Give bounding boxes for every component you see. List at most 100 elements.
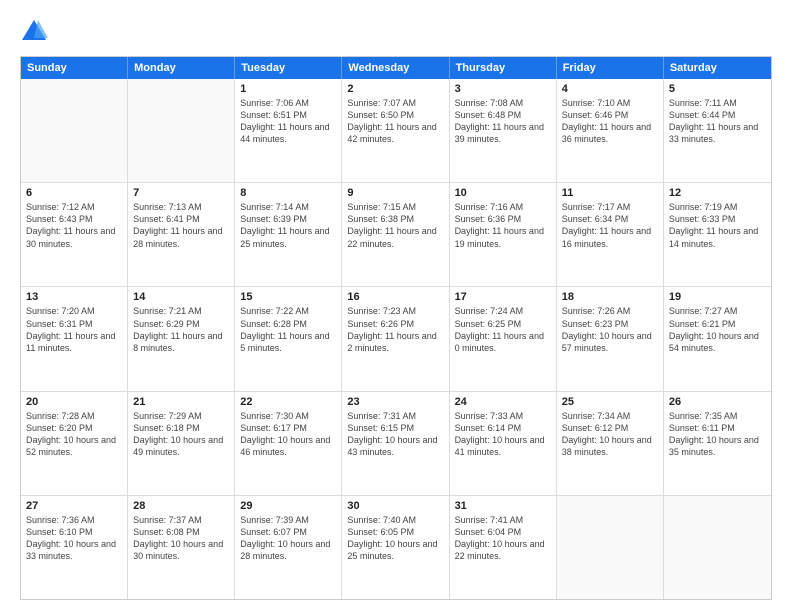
day-number: 7 (133, 187, 229, 199)
calendar-cell: 25 Sunrise: 7:34 AM Sunset: 6:12 PM Dayli… (557, 392, 664, 495)
cell-text: Sunrise: 7:34 AM Sunset: 6:12 PM Dayligh… (562, 410, 658, 459)
header-day-wednesday: Wednesday (342, 57, 449, 79)
header-day-saturday: Saturday (664, 57, 771, 79)
calendar-cell: 7 Sunrise: 7:13 AM Sunset: 6:41 PM Daylig… (128, 183, 235, 286)
day-number: 5 (669, 83, 766, 95)
cell-text: Sunrise: 7:27 AM Sunset: 6:21 PM Dayligh… (669, 305, 766, 354)
cell-text: Sunrise: 7:16 AM Sunset: 6:36 PM Dayligh… (455, 201, 551, 250)
cell-text: Sunrise: 7:36 AM Sunset: 6:10 PM Dayligh… (26, 514, 122, 563)
calendar-header: SundayMondayTuesdayWednesdayThursdayFrid… (21, 57, 771, 79)
header-day-tuesday: Tuesday (235, 57, 342, 79)
cell-text: Sunrise: 7:37 AM Sunset: 6:08 PM Dayligh… (133, 514, 229, 563)
header-day-sunday: Sunday (21, 57, 128, 79)
calendar-row: 1 Sunrise: 7:06 AM Sunset: 6:51 PM Daylig… (21, 79, 771, 183)
calendar-cell (128, 79, 235, 182)
day-number: 9 (347, 187, 443, 199)
cell-text: Sunrise: 7:40 AM Sunset: 6:05 PM Dayligh… (347, 514, 443, 563)
calendar-cell: 16Sunrise: 7:23 AM Sunset: 6:26 PM Dayli… (342, 287, 449, 390)
day-number: 12 (669, 187, 766, 199)
calendar-cell: 1 Sunrise: 7:06 AM Sunset: 6:51 PM Daylig… (235, 79, 342, 182)
calendar-cell: 12Sunrise: 7:19 AM Sunset: 6:33 PM Dayli… (664, 183, 771, 286)
cell-text: Sunrise: 7:31 AM Sunset: 6:15 PM Dayligh… (347, 410, 443, 459)
calendar-cell: 2 Sunrise: 7:07 AM Sunset: 6:50 PM Daylig… (342, 79, 449, 182)
calendar-cell: 22 Sunrise: 7:30 AM Sunset: 6:17 PM Dayli… (235, 392, 342, 495)
logo (20, 18, 52, 46)
calendar-cell (664, 496, 771, 599)
calendar-cell: 27Sunrise: 7:36 AM Sunset: 6:10 PM Dayli… (21, 496, 128, 599)
header-day-thursday: Thursday (450, 57, 557, 79)
cell-text: Sunrise: 7:41 AM Sunset: 6:04 PM Dayligh… (455, 514, 551, 563)
cell-text: Sunrise: 7:30 AM Sunset: 6:17 PM Dayligh… (240, 410, 336, 459)
calendar-cell: 23 Sunrise: 7:31 AM Sunset: 6:15 PM Dayli… (342, 392, 449, 495)
cell-text: Sunrise: 7:15 AM Sunset: 6:38 PM Dayligh… (347, 201, 443, 250)
day-number: 6 (26, 187, 122, 199)
cell-text: Sunrise: 7:14 AM Sunset: 6:39 PM Dayligh… (240, 201, 336, 250)
calendar-cell: 20Sunrise: 7:28 AM Sunset: 6:20 PM Dayli… (21, 392, 128, 495)
cell-text: Sunrise: 7:33 AM Sunset: 6:14 PM Dayligh… (455, 410, 551, 459)
cell-text: Sunrise: 7:13 AM Sunset: 6:41 PM Dayligh… (133, 201, 229, 250)
calendar-cell: 30 Sunrise: 7:40 AM Sunset: 6:05 PM Dayli… (342, 496, 449, 599)
header-day-monday: Monday (128, 57, 235, 79)
day-number: 26 (669, 396, 766, 408)
calendar-cell: 5 Sunrise: 7:11 AM Sunset: 6:44 PM Daylig… (664, 79, 771, 182)
header-day-friday: Friday (557, 57, 664, 79)
cell-text: Sunrise: 7:10 AM Sunset: 6:46 PM Dayligh… (562, 97, 658, 146)
calendar-row: 20Sunrise: 7:28 AM Sunset: 6:20 PM Dayli… (21, 392, 771, 496)
calendar-row: 6Sunrise: 7:12 AM Sunset: 6:43 PM Daylig… (21, 183, 771, 287)
day-number: 1 (240, 83, 336, 95)
cell-text: Sunrise: 7:35 AM Sunset: 6:11 PM Dayligh… (669, 410, 766, 459)
cell-text: Sunrise: 7:20 AM Sunset: 6:31 PM Dayligh… (26, 305, 122, 354)
cell-text: Sunrise: 7:17 AM Sunset: 6:34 PM Dayligh… (562, 201, 658, 250)
calendar: SundayMondayTuesdayWednesdayThursdayFrid… (20, 56, 772, 600)
cell-text: Sunrise: 7:26 AM Sunset: 6:23 PM Dayligh… (562, 305, 658, 354)
calendar-cell: 14Sunrise: 7:21 AM Sunset: 6:29 PM Dayli… (128, 287, 235, 390)
calendar-cell: 10 Sunrise: 7:16 AM Sunset: 6:36 PM Dayli… (450, 183, 557, 286)
calendar-row: 27Sunrise: 7:36 AM Sunset: 6:10 PM Dayli… (21, 496, 771, 599)
day-number: 31 (455, 500, 551, 512)
calendar-cell: 11 Sunrise: 7:17 AM Sunset: 6:34 PM Dayli… (557, 183, 664, 286)
day-number: 13 (26, 291, 122, 303)
day-number: 30 (347, 500, 443, 512)
day-number: 4 (562, 83, 658, 95)
calendar-body: 1 Sunrise: 7:06 AM Sunset: 6:51 PM Daylig… (21, 79, 771, 599)
calendar-cell: 15 Sunrise: 7:22 AM Sunset: 6:28 PM Dayli… (235, 287, 342, 390)
page: SundayMondayTuesdayWednesdayThursdayFrid… (0, 0, 792, 612)
header (20, 18, 772, 46)
cell-text: Sunrise: 7:24 AM Sunset: 6:25 PM Dayligh… (455, 305, 551, 354)
cell-text: Sunrise: 7:07 AM Sunset: 6:50 PM Dayligh… (347, 97, 443, 146)
day-number: 25 (562, 396, 658, 408)
day-number: 19 (669, 291, 766, 303)
cell-text: Sunrise: 7:29 AM Sunset: 6:18 PM Dayligh… (133, 410, 229, 459)
day-number: 16 (347, 291, 443, 303)
calendar-row: 13 Sunrise: 7:20 AM Sunset: 6:31 PM Dayli… (21, 287, 771, 391)
calendar-cell: 8Sunrise: 7:14 AM Sunset: 6:39 PM Daylig… (235, 183, 342, 286)
cell-text: Sunrise: 7:06 AM Sunset: 6:51 PM Dayligh… (240, 97, 336, 146)
day-number: 20 (26, 396, 122, 408)
day-number: 14 (133, 291, 229, 303)
cell-text: Sunrise: 7:22 AM Sunset: 6:28 PM Dayligh… (240, 305, 336, 354)
day-number: 2 (347, 83, 443, 95)
calendar-cell: 17 Sunrise: 7:24 AM Sunset: 6:25 PM Dayli… (450, 287, 557, 390)
calendar-cell: 28 Sunrise: 7:37 AM Sunset: 6:08 PM Dayli… (128, 496, 235, 599)
calendar-cell: 31 Sunrise: 7:41 AM Sunset: 6:04 PM Dayli… (450, 496, 557, 599)
calendar-cell: 26 Sunrise: 7:35 AM Sunset: 6:11 PM Dayli… (664, 392, 771, 495)
calendar-cell: 13 Sunrise: 7:20 AM Sunset: 6:31 PM Dayli… (21, 287, 128, 390)
day-number: 17 (455, 291, 551, 303)
logo-icon (20, 18, 48, 46)
day-number: 22 (240, 396, 336, 408)
calendar-cell: 29Sunrise: 7:39 AM Sunset: 6:07 PM Dayli… (235, 496, 342, 599)
calendar-cell (21, 79, 128, 182)
calendar-cell: 9 Sunrise: 7:15 AM Sunset: 6:38 PM Daylig… (342, 183, 449, 286)
day-number: 28 (133, 500, 229, 512)
cell-text: Sunrise: 7:08 AM Sunset: 6:48 PM Dayligh… (455, 97, 551, 146)
calendar-cell: 24 Sunrise: 7:33 AM Sunset: 6:14 PM Dayli… (450, 392, 557, 495)
day-number: 3 (455, 83, 551, 95)
day-number: 21 (133, 396, 229, 408)
day-number: 24 (455, 396, 551, 408)
day-number: 10 (455, 187, 551, 199)
cell-text: Sunrise: 7:39 AM Sunset: 6:07 PM Dayligh… (240, 514, 336, 563)
day-number: 15 (240, 291, 336, 303)
cell-text: Sunrise: 7:11 AM Sunset: 6:44 PM Dayligh… (669, 97, 766, 146)
day-number: 11 (562, 187, 658, 199)
day-number: 23 (347, 396, 443, 408)
